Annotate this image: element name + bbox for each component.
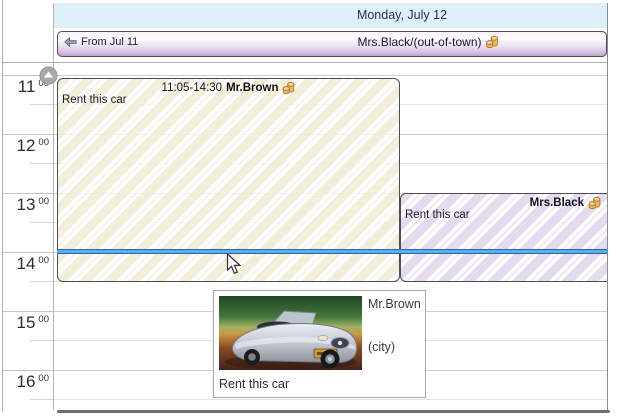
chevron-up-icon bbox=[39, 66, 58, 85]
appointment-body-text: Rent this car bbox=[62, 94, 127, 106]
ruler-grid-separator bbox=[53, 3, 54, 410]
scroll-up-button[interactable] bbox=[39, 66, 58, 85]
hour-label-14: 14 00 bbox=[16, 254, 50, 273]
all-day-appointment-mrs-black[interactable]: From Jul 11 Mrs.Black/(out-of-town) bbox=[57, 31, 607, 57]
hour-label-16: 16 00 bbox=[16, 372, 50, 391]
coins-icon bbox=[486, 35, 499, 49]
continuation-label: From Jul 11 bbox=[81, 36, 139, 48]
current-time-indicator bbox=[57, 249, 607, 254]
hour-label-13: 13 00 bbox=[16, 195, 50, 214]
horizontal-scrollbar-thumb[interactable] bbox=[57, 410, 610, 413]
hour-label-12: 12 00 bbox=[16, 136, 50, 155]
all-day-area-separator bbox=[3, 62, 607, 63]
day-caption: Monday, July 12 bbox=[356, 8, 448, 22]
tooltip-location: (city) bbox=[368, 340, 396, 354]
all-day-appointment-title: Mrs.Black/(out-of-town) bbox=[357, 35, 498, 49]
appointment-subject: Mr.Brown bbox=[226, 82, 279, 94]
appointment-subject: Mrs.Black bbox=[529, 197, 584, 209]
time-ruler: 11 00 12 00 13 00 14 00 15 00 16 00 bbox=[3, 62, 53, 410]
scheduler-day-view: Monday, July 12 From Jul 11 Mrs.Black/(o… bbox=[0, 0, 620, 420]
appointment-tooltip: Mr.Brown (city) Rent this car bbox=[213, 290, 426, 398]
continuation-indicator: From Jul 11 bbox=[64, 36, 138, 48]
appointment-time-range: 11:05-14:30 bbox=[161, 82, 223, 94]
day-header[interactable]: Monday, July 12 bbox=[54, 3, 607, 28]
hour-label-15: 15 00 bbox=[16, 313, 50, 332]
mouse-cursor-icon bbox=[226, 252, 242, 280]
appointment-body-text: Rent this car bbox=[405, 209, 470, 221]
appointment-header: Mrs.Black bbox=[401, 194, 607, 210]
right-border bbox=[607, 3, 608, 410]
arrow-left-icon bbox=[64, 36, 77, 48]
coins-icon bbox=[282, 81, 295, 95]
car-photo bbox=[219, 296, 362, 370]
coins-icon bbox=[588, 196, 601, 210]
appointment-header: 11:05-14:30 Mr.Brown bbox=[58, 79, 399, 95]
appointment-mrs-black[interactable]: Mrs.Black Rent this car bbox=[400, 193, 607, 282]
tooltip-owner: Mr.Brown bbox=[368, 297, 421, 311]
half-hour-ticks bbox=[30, 62, 53, 410]
tooltip-body-text: Rent this car bbox=[219, 377, 290, 391]
